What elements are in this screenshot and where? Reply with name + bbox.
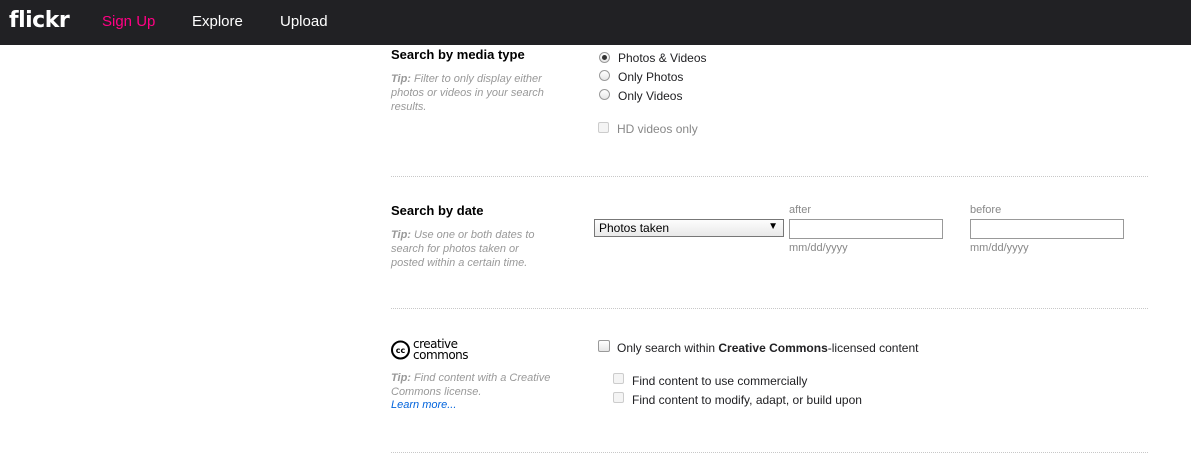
radio-only-photos[interactable]	[599, 70, 610, 81]
cc-badge: cc	[396, 346, 406, 355]
before-label: before	[970, 204, 1002, 216]
top-nav-bar: flickr Sign Up Explore Upload	[0, 0, 1191, 45]
cc-only-bold: Creative Commons	[718, 341, 828, 355]
learn-more-link[interactable]: Learn more...	[391, 399, 456, 411]
commercial-checkbox[interactable]	[613, 373, 624, 384]
cc-only-label[interactable]: Only search within Creative Commons-lice…	[617, 341, 918, 355]
cc-only-prefix: Only search within	[617, 341, 719, 355]
date-tip: Tip: Use one or both dates to search for…	[391, 228, 551, 270]
media-type-heading: Search by media type	[391, 47, 525, 62]
tip-prefix: Tip:	[391, 372, 411, 384]
commercial-label: Find content to use commercially	[632, 374, 808, 388]
tip-prefix: Tip:	[391, 229, 411, 241]
section-divider	[391, 308, 1148, 309]
modify-label: Find content to modify, adapt, or build …	[632, 393, 862, 407]
tip-text: Filter to only display either photos or …	[391, 73, 544, 113]
tip-text: Use one or both dates to search for phot…	[391, 229, 535, 269]
cc-tip: Tip: Find content with a Creative Common…	[391, 371, 551, 399]
flickr-logo[interactable]: flickr	[9, 8, 70, 33]
cc-only-suffix: -licensed content	[827, 341, 919, 355]
tip-text: Find content with a Creative Commons lic…	[391, 372, 551, 398]
cc-logo-bottom: commons	[413, 348, 468, 362]
radio-only-videos[interactable]	[599, 89, 610, 100]
media-type-tip: Tip: Filter to only display either photo…	[391, 72, 551, 114]
dropdown-arrow-icon: ▼	[768, 221, 778, 232]
section-divider	[391, 176, 1148, 177]
radio-photos-videos[interactable]	[599, 52, 610, 63]
before-date-format: mm/dd/yyyy	[970, 242, 1029, 254]
nav-explore[interactable]: Explore	[192, 13, 243, 30]
creative-commons-icon: cc creative commons	[391, 337, 469, 362]
before-date-input[interactable]	[970, 219, 1124, 239]
hd-videos-checkbox[interactable]	[598, 122, 609, 133]
cc-only-checkbox[interactable]	[598, 340, 610, 352]
nav-sign-up[interactable]: Sign Up	[102, 13, 155, 30]
section-divider	[391, 452, 1148, 453]
radio-only-videos-label[interactable]: Only Videos	[618, 89, 682, 103]
after-label: after	[789, 204, 812, 216]
after-date-input[interactable]	[789, 219, 943, 239]
after-date-format: mm/dd/yyyy	[789, 242, 848, 254]
tip-prefix: Tip:	[391, 73, 411, 85]
nav-upload[interactable]: Upload	[280, 13, 328, 30]
date-type-value: Photos taken	[599, 221, 670, 235]
radio-only-photos-label[interactable]: Only Photos	[618, 70, 683, 84]
modify-checkbox[interactable]	[613, 392, 624, 403]
radio-photos-videos-label[interactable]: Photos & Videos	[618, 51, 707, 65]
date-heading: Search by date	[391, 203, 484, 218]
hd-videos-label: HD videos only	[617, 122, 698, 136]
date-type-select[interactable]: Photos taken ▼	[594, 219, 784, 237]
creative-commons-logo: cc creative commons	[391, 337, 487, 367]
